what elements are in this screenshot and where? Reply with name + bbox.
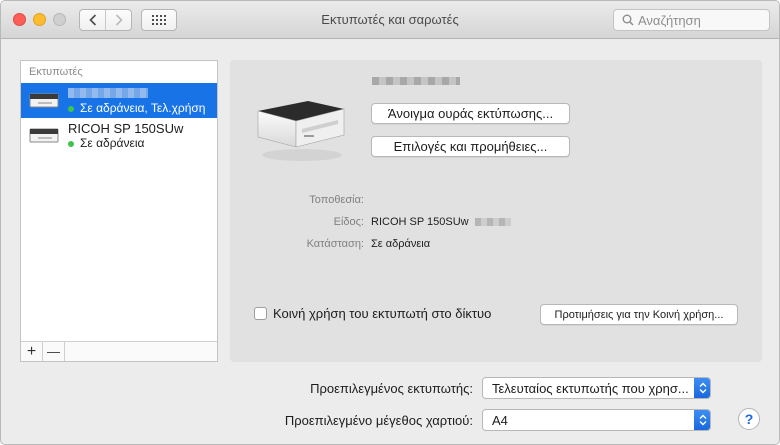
kind-value-row: RICOH SP 150SUw <box>371 216 511 228</box>
printer-icon <box>29 128 59 143</box>
kind-value: RICOH SP 150SUw <box>371 216 469 228</box>
add-printer-button[interactable]: + <box>21 342 43 361</box>
options-supplies-button[interactable]: Επιλογές και προμήθειες... <box>371 136 570 157</box>
status-dot-icon <box>68 140 74 147</box>
status-value: Σε αδράνεια <box>371 238 431 250</box>
printer-list-header: Εκτυπωτές <box>29 66 83 78</box>
updown-chevron-icon <box>694 410 710 430</box>
printer-icon <box>29 93 59 108</box>
help-button[interactable]: ? <box>738 408 760 430</box>
printer-list-footer: + — <box>21 341 217 361</box>
search-field[interactable] <box>613 9 770 31</box>
status-dot-icon <box>68 105 74 112</box>
printer-detail-panel: Άνοιγμα ουράς εκτύπωσης... Επιλογές και … <box>230 60 762 362</box>
search-icon <box>622 14 634 26</box>
printers-scanners-window: Εκτυπωτές και σαρωτές Εκτυπωτές Σε αδράν… <box>0 0 780 445</box>
printer-list: Εκτυπωτές Σε αδράνεια, Τελ.χρήση RICOH S… <box>20 60 218 362</box>
printer-list-item[interactable]: Σε αδράνεια, Τελ.χρήση <box>21 83 217 118</box>
default-printer-value: Τελευταίος εκτυπωτής που χρησ... <box>492 380 689 396</box>
printer-list-item[interactable]: RICOH SP 150SUw Σε αδράνεια <box>21 118 217 153</box>
default-paper-label: Προεπιλεγμένο μέγεθος χαρτιού: <box>284 413 473 428</box>
redacted-printer-title <box>372 77 460 85</box>
open-print-queue-button[interactable]: Άνοιγμα ουράς εκτύπωσης... <box>371 103 570 124</box>
default-paper-select[interactable]: A4 <box>482 409 711 431</box>
title-bar: Εκτυπωτές και σαρωτές <box>1 1 779 39</box>
sharing-preferences-button[interactable]: Προτιμήσεις για την Κοινή χρήση... <box>540 304 738 325</box>
remove-printer-button[interactable]: — <box>43 342 65 361</box>
status-label: Κατάσταση: <box>306 238 364 250</box>
default-printer-label: Προεπιλεγμένος εκτυπωτής: <box>310 381 473 396</box>
kind-label: Είδος: <box>333 216 364 228</box>
printer-status: Σε αδράνεια, Τελ.χρήση <box>80 101 206 115</box>
redacted-name <box>68 88 148 98</box>
printer-status: Σε αδράνεια <box>80 136 145 150</box>
search-input[interactable] <box>638 12 758 28</box>
printer-name <box>68 83 217 101</box>
updown-chevron-icon <box>694 378 710 398</box>
printer-name: RICOH SP 150SUw <box>68 121 184 136</box>
share-printer-row[interactable]: Κοινή χρήση του εκτυπωτή στο δίκτυο <box>254 306 491 321</box>
share-printer-checkbox[interactable] <box>254 307 267 320</box>
default-paper-value: A4 <box>492 412 508 428</box>
redacted-kind-suffix <box>474 218 511 226</box>
printer-large-icon <box>257 101 345 161</box>
default-printer-select[interactable]: Τελευταίος εκτυπωτής που χρησ... <box>482 377 711 399</box>
share-printer-label: Κοινή χρήση του εκτυπωτή στο δίκτυο <box>273 306 492 321</box>
location-label: Τοποθεσία: <box>309 194 364 206</box>
